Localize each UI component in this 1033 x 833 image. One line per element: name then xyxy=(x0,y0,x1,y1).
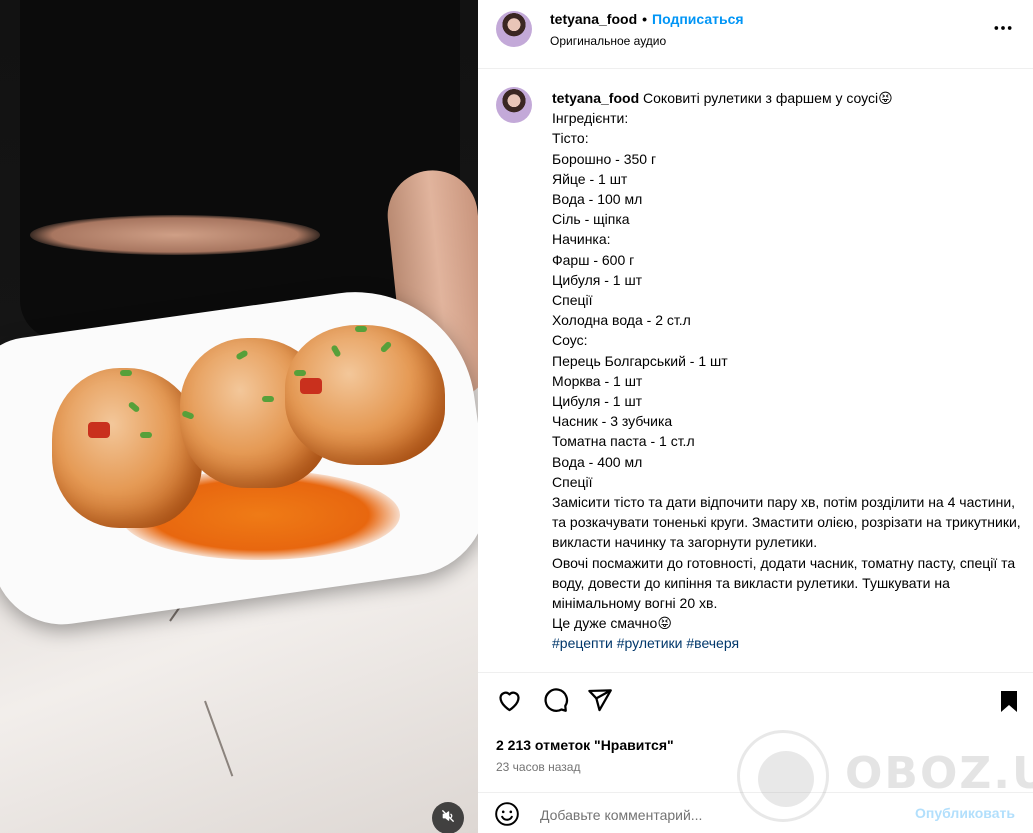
separator-dot: • xyxy=(642,11,648,27)
caption-line: Томатна паста - 1 ст.л xyxy=(552,433,695,450)
caption-line: Борошно - 350 г xyxy=(552,150,657,167)
speaker-muted-icon xyxy=(441,809,455,828)
caption-line: Соус: xyxy=(552,332,588,349)
caption-line: Цибуля - 1 шт xyxy=(552,393,643,410)
caption-line: Перець Болгарський - 1 шт xyxy=(552,352,728,369)
meat-roll xyxy=(285,325,445,465)
caption-line: Сіль - щіпка xyxy=(552,211,630,228)
share-button[interactable] xyxy=(584,688,614,718)
caption-line: Замісити тісто та дати відпочити пару хв… xyxy=(552,494,1021,551)
caption-line: Вода - 100 мл xyxy=(552,191,643,208)
more-horizontal-icon xyxy=(993,22,1013,42)
like-button[interactable] xyxy=(494,688,524,718)
caption-line: Вода - 400 мл xyxy=(552,453,643,470)
post-panel: tetyana_food • Подписаться Оригинальное ау… xyxy=(478,0,1033,833)
post-timestamp[interactable]: 23 часов назад xyxy=(496,760,580,774)
post-actions: 2 213 отметок "Нравится" 23 часов назад xyxy=(478,672,1033,792)
caption-text: tetyana_food Соковиті рулетики з фаршем … xyxy=(552,88,1022,654)
caption-line: Інгредієнти: xyxy=(552,110,629,127)
mute-button[interactable] xyxy=(432,802,464,833)
caption-avatar[interactable] xyxy=(496,87,532,123)
caption-line: Це дуже смачно😝 xyxy=(552,615,672,632)
bookmark-icon xyxy=(997,688,1021,719)
more-options-button[interactable] xyxy=(993,18,1013,43)
comment-input[interactable] xyxy=(540,804,920,826)
media-background-figure xyxy=(20,0,460,340)
author-username[interactable]: tetyana_food xyxy=(550,11,637,27)
smiley-icon xyxy=(494,801,520,832)
heart-icon xyxy=(496,687,523,719)
caption-area[interactable]: tetyana_food Соковиті рулетики з фаршем … xyxy=(478,70,1033,672)
meat-roll xyxy=(52,368,202,528)
caption-line: Фарш - 600 г xyxy=(552,251,635,268)
likes-count[interactable]: 2 213 отметок "Нравится" xyxy=(496,737,674,753)
caption-line: Морква - 1 шт xyxy=(552,372,643,389)
caption-title: Соковиті рулетики з фаршем у соусі😝 xyxy=(643,90,893,106)
post-comment-button[interactable]: Опубликовать xyxy=(915,805,1015,821)
caption-line: Тісто: xyxy=(552,130,589,147)
post-header: tetyana_food • Подписаться Оригинальное ау… xyxy=(478,0,1033,69)
comment-bubble-icon xyxy=(542,687,569,719)
comment-bar: Опубликовать xyxy=(478,792,1033,833)
caption-username[interactable]: tetyana_food xyxy=(552,90,639,106)
comment-button[interactable] xyxy=(540,688,570,718)
caption-line: Овочі посмажити до готовності, додати ча… xyxy=(552,554,1016,612)
caption-line: Спеції xyxy=(552,473,593,490)
emoji-button[interactable] xyxy=(494,801,520,832)
caption-line: Холодна вода - 2 ст.л xyxy=(552,312,691,329)
follow-button[interactable]: Подписаться xyxy=(652,11,744,27)
caption-line: Яйце - 1 шт xyxy=(552,170,628,187)
post-media[interactable] xyxy=(0,0,478,833)
caption-line: Часник - 3 зубчика xyxy=(552,413,673,430)
audio-link[interactable]: Оригинальное аудио xyxy=(550,34,666,48)
caption-line: Начинка: xyxy=(552,231,611,248)
caption-line: Цибуля - 1 шт xyxy=(552,271,643,288)
save-button[interactable] xyxy=(994,688,1024,718)
paper-plane-icon xyxy=(586,687,613,719)
hashtags[interactable]: #рецепти #рулетики #вечеря xyxy=(552,633,1022,653)
avatar[interactable] xyxy=(496,11,532,47)
caption-line: Спеції xyxy=(552,292,593,309)
